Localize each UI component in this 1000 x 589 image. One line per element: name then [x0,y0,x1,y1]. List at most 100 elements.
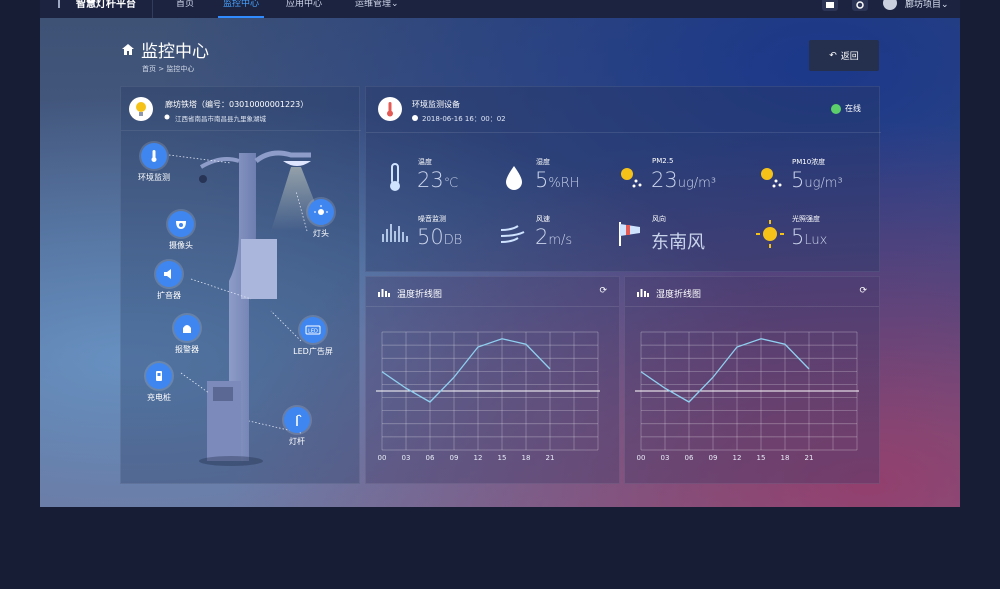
chart-header: 湿度折线图 ⟳ [625,277,879,307]
metric-label: 湿度 [536,158,550,166]
metric-value: 5%RH [535,168,580,192]
led-icon: LED [300,317,326,343]
refresh-icon[interactable]: ⟳ [859,286,867,296]
metric-noise: 噪音监测 50DB [380,214,510,264]
thermometer-icon [141,143,167,169]
metric-wind-speed: 风速 2m/s [498,214,628,264]
device-panel-header: 廊坊铁塔（编号：03010000001223） 江西省南昌市南昌县九里象湖城 [121,87,361,131]
clock-icon [412,115,418,121]
metric-number: 23 [417,168,444,192]
x-tick-label: 21 [546,454,555,462]
device-pole[interactable]: 灯杆 [267,407,327,447]
x-tick-label: 12 [474,454,483,462]
metric-number: 东南风 [651,232,705,253]
back-arrow-icon: ↶ [829,50,837,61]
gear-icon[interactable] [852,0,868,11]
humidity-line-chart: 00 03 06 09 12 15 18 21 [635,331,859,462]
chart-title: 湿度折线图 [656,290,702,300]
status-label: 在线 [845,104,861,113]
device-label: LED广告屏 [293,347,333,356]
device-label: 报警器 [175,345,199,354]
metric-illuminance: 光照强度 5Lux [754,214,884,264]
metric-label: PM2.5 [652,157,674,165]
back-button-label: 返回 [840,52,859,62]
user-name: 廊坊项目 [905,0,942,10]
device-lamp-head[interactable]: 灯头 [291,199,351,239]
sun-dust-icon [761,168,782,188]
lamp-pole-logo-icon [58,0,60,8]
metric-label: PM10浓度 [792,158,826,166]
avatar [883,0,897,10]
x-tick-label: 00 [378,454,387,462]
refresh-icon[interactable]: ⟳ [599,286,607,296]
device-env-monitor[interactable]: 环境监测 [124,143,184,183]
camera-icon [168,211,194,237]
nav-item-ops[interactable]: 运维管理⌄ [355,0,399,9]
pole-icon [284,407,310,433]
device-label: 灯杆 [289,437,305,446]
chevron-down-icon: ⌄ [941,0,949,10]
alarm-icon [174,315,200,341]
series-line [381,338,551,403]
env-panel-header: 环境监测设备 2018-06-16 16：00：02 在线 [366,87,881,133]
breadcrumb[interactable]: 首页 > 监控中心 [142,64,194,74]
speaker-icon [156,261,182,287]
x-tick-label: 15 [498,454,507,462]
device-camera[interactable]: 摄像头 [151,211,211,251]
top-nav-bar: 智慧灯杆平台 首页 监控中心 应用中心 运维管理⌄ 廊坊项目⌄ [40,0,960,18]
lamp-icon [308,199,334,225]
metric-value: 23℃ [417,168,458,192]
humidity-chart-panel: 湿度折线图 ⟳ 00 03 06 09 12 15 18 21 [624,276,880,484]
env-timestamp: 2018-06-16 16：00：02 [422,115,506,123]
main-canvas: 监控中心 首页 > 监控中心 ↶ 返回 廊坊铁塔（编号：030100000012… [40,18,960,507]
message-icon[interactable] [822,0,838,11]
x-tick-label: 15 [757,454,766,462]
metric-label: 噪音监测 [418,215,446,223]
nav-item-ops-label: 运维管理 [355,0,392,9]
metric-unit: Lux [804,233,828,248]
temperature-line-chart: 00 03 06 09 12 15 18 21 [376,331,600,462]
nav-item-monitor[interactable]: 监控中心 [223,0,259,9]
metric-unit: m/s [548,233,573,248]
x-tick-label: 03 [661,454,670,462]
x-tick-label: 06 [685,454,694,462]
temperature-chart-panel: 温度折线图 ⟳ 00 03 06 09 12 15 18 21 [365,276,620,484]
chevron-down-icon: ⌄ [391,0,399,9]
bulb-icon [129,97,153,121]
metric-number: 23 [651,168,678,192]
bar-chart-icon [637,289,649,297]
metric-number: 2 [535,225,549,249]
metric-number: 5 [791,168,805,192]
metric-unit: DB [443,233,463,248]
x-tick-label: 09 [450,454,459,462]
check-circle-icon [831,103,841,114]
metric-pm25: PM2.5 23ug/m³ [614,157,744,207]
metric-value: 5Lux [791,225,827,249]
back-button[interactable]: ↶ 返回 [809,40,879,71]
x-tick-label: 18 [522,454,531,462]
nav-divider [152,0,153,18]
metric-temperature: 温度 23℃ [380,157,510,207]
device-label: 摄像头 [169,241,193,250]
device-label: 环境监测 [138,173,170,182]
sun-dust-icon [621,168,642,188]
device-label: 充电桩 [147,393,171,402]
x-tick-label: 21 [805,454,814,462]
device-led-screen[interactable]: LED LED广告屏 [283,317,343,357]
device-label: 灯头 [313,229,329,238]
metric-unit: %RH [548,176,580,191]
metric-value: 50DB [417,225,462,249]
device-alarm[interactable]: 报警器 [157,315,217,355]
wind-icon [500,225,525,243]
x-tick-label: 00 [637,454,646,462]
windsock-icon [619,222,640,246]
device-speaker[interactable]: 扩音器 [139,261,199,301]
nav-item-home[interactable]: 首页 [176,0,194,9]
metric-number: 50 [417,225,444,249]
nav-item-apps[interactable]: 应用中心 [286,0,322,9]
sound-wave-icon [382,224,408,242]
brand-name: 智慧灯杆平台 [76,0,136,10]
device-charger[interactable]: 充电桩 [129,363,189,403]
status-badge: 在线 [831,103,861,114]
env-device-title: 环境监测设备 [412,100,460,109]
